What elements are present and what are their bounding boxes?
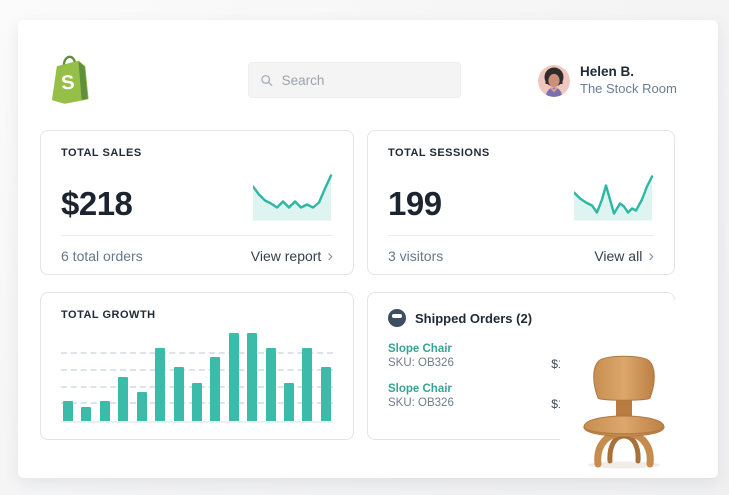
shipped-orders-title: Shipped Orders (2) (415, 311, 532, 326)
view-report-link[interactable]: View report › (251, 247, 333, 264)
product-photo-chair (560, 300, 700, 470)
total-sales-title: TOTAL SALES (61, 147, 333, 159)
search-icon (261, 74, 273, 87)
growth-bar (210, 357, 220, 421)
growth-bar (192, 383, 202, 421)
order-sku: SKU: OB326 (388, 357, 454, 371)
total-sales-value-row: $218 (61, 172, 333, 222)
view-report-label: View report (251, 248, 322, 264)
growth-bar (81, 407, 91, 421)
total-sessions-card: TOTAL SESSIONS 199 3 visitors View all › (367, 130, 675, 275)
total-growth-card: TOTAL GROWTH (40, 292, 354, 440)
growth-bar (302, 348, 312, 421)
growth-bar (266, 348, 276, 421)
growth-bars (63, 333, 331, 421)
user-text: Helen B. The Stock Room (580, 64, 677, 97)
growth-bar (118, 377, 128, 421)
package-icon (388, 309, 406, 327)
divider (61, 235, 333, 236)
list-item: Slope Chair SKU: OB326 $149 (388, 383, 578, 411)
view-all-link[interactable]: View all › (594, 247, 654, 264)
total-sessions-sparkline (574, 172, 654, 222)
order-product-link[interactable]: Slope Chair (388, 343, 578, 355)
avatar[interactable] (538, 65, 570, 97)
growth-bar (100, 401, 110, 421)
order-sku: SKU: OB326 (388, 397, 454, 411)
total-growth-title: TOTAL GROWTH (61, 309, 333, 321)
logo-letter: S (60, 71, 75, 94)
user-chip: Helen B. The Stock Room (538, 64, 677, 97)
user-store-name: The Stock Room (580, 81, 677, 97)
search-input[interactable] (282, 73, 448, 88)
view-all-label: View all (594, 248, 642, 264)
growth-bar (155, 348, 165, 421)
shopify-logo-icon[interactable]: S (48, 55, 92, 105)
total-growth-chart (61, 333, 333, 423)
chevron-right-icon: › (327, 247, 333, 264)
total-sales-card: TOTAL SALES $218 6 total orders View rep… (40, 130, 354, 275)
growth-bar (321, 367, 331, 421)
growth-bar (174, 367, 184, 421)
chair-image (560, 300, 700, 470)
dashboard-panel: S (18, 20, 718, 478)
user-name: Helen B. (580, 64, 677, 81)
order-detail-row: SKU: OB326 $149 (388, 357, 578, 371)
order-detail-row: SKU: OB326 $149 (388, 397, 578, 411)
total-sales-subtitle: 6 total orders (61, 248, 143, 264)
total-sessions-subtitle: 3 visitors (388, 248, 443, 264)
avatar-image (538, 65, 570, 97)
page-background: S (0, 0, 729, 495)
search-box[interactable] (248, 62, 461, 98)
total-sessions-value: 199 (388, 187, 442, 222)
growth-bar (63, 401, 73, 421)
growth-bar (284, 383, 294, 421)
total-sales-sparkline (253, 172, 333, 222)
growth-bar (137, 392, 147, 421)
order-product-link[interactable]: Slope Chair (388, 383, 578, 395)
total-sessions-title: TOTAL SESSIONS (388, 147, 654, 159)
total-sales-value: $218 (61, 187, 132, 222)
total-sessions-value-row: 199 (388, 172, 654, 222)
growth-bar (247, 333, 257, 421)
divider (388, 235, 654, 236)
chevron-right-icon: › (648, 247, 654, 264)
list-item: Slope Chair SKU: OB326 $149 (388, 343, 578, 371)
total-sales-footer: 6 total orders View report › (61, 247, 333, 264)
growth-bar (229, 333, 239, 421)
shipped-order-list: Slope Chair SKU: OB326 $149 Slope Chair … (388, 343, 578, 411)
total-sessions-footer: 3 visitors View all › (388, 247, 654, 264)
